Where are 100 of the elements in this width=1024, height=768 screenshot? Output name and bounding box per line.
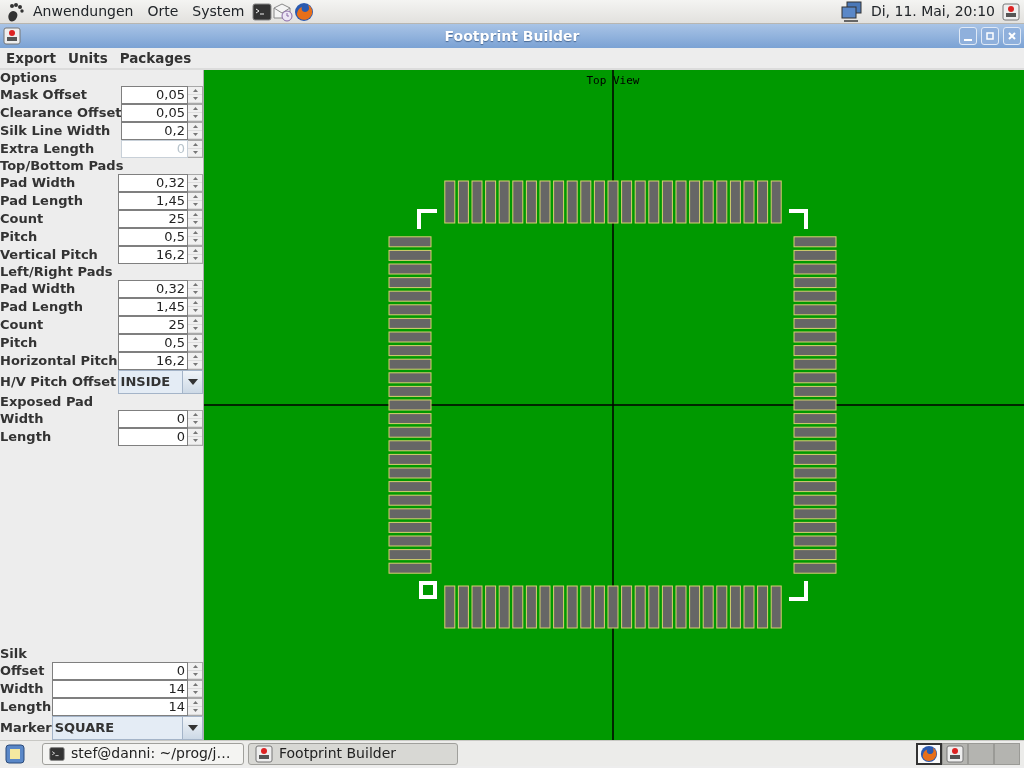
spinner-arrows[interactable] [188, 352, 203, 370]
panel-menu[interactable]: Anwendungen [26, 1, 141, 22]
number-field[interactable]: 0 [117, 428, 188, 446]
pad [729, 180, 741, 224]
globe-fox-icon[interactable] [293, 1, 314, 22]
panel-menu[interactable]: System [185, 1, 252, 22]
minimize-icon [964, 39, 972, 41]
dropdown-button[interactable] [183, 716, 203, 740]
spinner-arrows[interactable] [188, 210, 203, 228]
pad [793, 467, 837, 479]
number-field[interactable]: 25 [117, 316, 188, 334]
spinner-arrows[interactable] [188, 428, 203, 446]
spinner-arrows[interactable] [188, 280, 203, 298]
spinner-arrows[interactable] [188, 122, 203, 140]
spinner-arrows[interactable] [188, 410, 203, 428]
spinner-arrows[interactable] [188, 174, 203, 192]
pad [388, 440, 432, 452]
spinner-arrows[interactable] [188, 86, 203, 104]
field-label: Offset [0, 662, 46, 680]
number-field[interactable]: 0 [51, 662, 188, 680]
close-button[interactable] [1003, 27, 1021, 45]
app-icon [255, 744, 273, 763]
pad [553, 180, 565, 224]
dropdown-button[interactable] [183, 370, 203, 394]
number-field[interactable]: 0,32 [117, 280, 188, 298]
number-field[interactable]: 25 [117, 210, 188, 228]
pad [388, 453, 432, 465]
pad [388, 358, 432, 370]
number-field[interactable]: 0,5 [117, 334, 188, 352]
number-field[interactable]: 16,2 [117, 246, 188, 264]
app-icon[interactable] [1002, 2, 1020, 21]
number-field[interactable]: 1,45 [117, 192, 188, 210]
workspace-cell[interactable] [968, 742, 994, 765]
pad [793, 372, 837, 384]
clock-text[interactable]: Di, 11. Mai, 20:10 [863, 1, 1002, 22]
spinner-arrows[interactable] [188, 698, 203, 716]
pad [793, 263, 837, 275]
workspace-cell[interactable] [942, 742, 968, 765]
field-label: Length [0, 428, 53, 446]
terminal-icon[interactable] [251, 1, 272, 22]
menu-item[interactable]: Export [0, 47, 62, 69]
spinner-arrows[interactable] [188, 680, 203, 698]
pad [457, 180, 469, 224]
field-label: Pad Length [0, 192, 84, 210]
number-field[interactable]: 1,45 [117, 298, 188, 316]
pad [793, 358, 837, 370]
number-field[interactable]: 0,05 [121, 86, 188, 104]
spinner-arrows[interactable] [188, 228, 203, 246]
pad [702, 180, 714, 224]
pad [444, 585, 456, 629]
number-field[interactable]: 0 [117, 410, 188, 428]
spinner-arrows[interactable] [188, 140, 203, 158]
spinner-arrows[interactable] [188, 316, 203, 334]
spinner-arrows[interactable] [188, 662, 203, 680]
field-label: Pitch [0, 334, 39, 352]
taskbar-button[interactable]: stef@danni: ~/prog/j… [42, 742, 244, 765]
spinner-arrows[interactable] [188, 298, 203, 316]
show-desktop-icon[interactable] [4, 742, 26, 765]
number-field[interactable]: 14 [51, 680, 188, 698]
taskbar-button[interactable]: Footprint Builder [248, 742, 458, 765]
number-field[interactable]: 0,05 [121, 104, 188, 122]
dropdown-field[interactable]: INSIDE [117, 370, 183, 394]
field-label: Length [0, 698, 52, 716]
workspace-cell[interactable] [994, 742, 1020, 765]
field-label: H/V Pitch Offset [0, 373, 118, 391]
pad [793, 399, 837, 411]
network-computers-icon[interactable] [839, 0, 864, 23]
pad [648, 180, 660, 224]
pad [388, 249, 432, 261]
pad [485, 585, 497, 629]
menu-item[interactable]: Units [62, 47, 114, 69]
number-field[interactable]: 0,32 [117, 174, 188, 192]
spinner-arrows[interactable] [188, 334, 203, 352]
pad [388, 290, 432, 302]
menu-item[interactable]: Packages [113, 47, 198, 69]
caret-icon [187, 725, 198, 731]
pad [485, 180, 497, 224]
spinner-arrows[interactable] [188, 192, 203, 210]
terminal-icon [49, 745, 65, 762]
pad [757, 585, 769, 629]
field-label: Pad Width [0, 174, 77, 192]
number-field[interactable]: 16,2 [117, 352, 188, 370]
pad [648, 585, 660, 629]
pad [539, 180, 551, 224]
panel-menu[interactable]: Orte [140, 1, 186, 22]
workspace-cell[interactable] [916, 742, 942, 765]
pad [770, 180, 782, 224]
number-field[interactable]: 14 [51, 698, 188, 716]
pad [553, 585, 565, 629]
pad [388, 413, 432, 425]
minimize-button[interactable] [959, 27, 977, 45]
number-field[interactable]: 0,5 [117, 228, 188, 246]
pad [793, 249, 837, 261]
spinner-arrows[interactable] [188, 246, 203, 264]
spinner-arrows[interactable] [188, 104, 203, 122]
field-label: Vertical Pitch [0, 246, 99, 264]
number-field[interactable]: 0,2 [121, 122, 188, 140]
window-app-icon[interactable] [3, 27, 21, 45]
dropdown-field[interactable]: SQUARE [51, 716, 183, 740]
pad [793, 562, 837, 574]
